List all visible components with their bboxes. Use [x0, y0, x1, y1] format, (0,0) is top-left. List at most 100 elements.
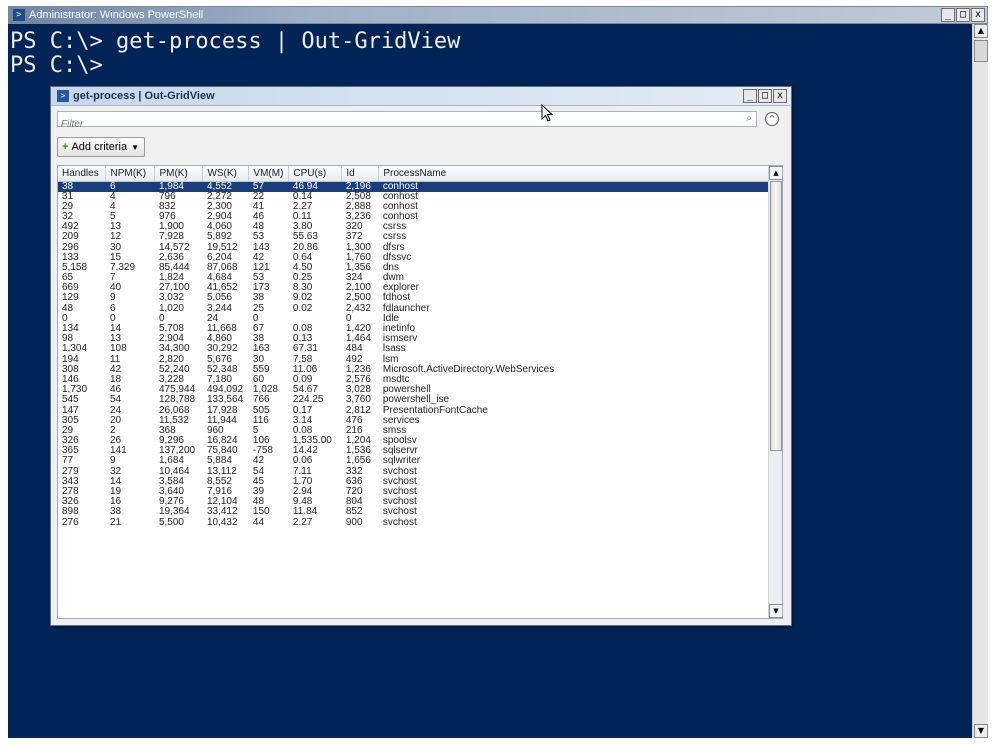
scroll-down-icon[interactable]: ▼	[769, 604, 782, 618]
table-cell: ismserv	[382, 333, 418, 345]
table-cell: Microsoft.ActiveDirectory.WebServices	[382, 363, 555, 375]
powershell-icon: >	[13, 9, 25, 21]
table-cell: svchost	[382, 475, 417, 487]
powershell-titlebar[interactable]: > Administrator: Windows PowerShell _ □ …	[8, 6, 988, 24]
table-cell: 46.94	[288, 181, 342, 192]
column-header[interactable]: VM(M)	[248, 166, 290, 182]
add-icon: +	[62, 141, 69, 153]
table-cell: conhost	[382, 200, 418, 212]
powershell-window-controls: _ □ x	[941, 8, 985, 22]
powershell-scrollbar[interactable]: ▲ ▼	[972, 24, 988, 738]
column-header[interactable]: CPU(s)	[288, 166, 343, 182]
table-cell: explorer	[382, 282, 419, 294]
scroll-down-icon[interactable]: ▼	[974, 724, 988, 738]
table-cell: dfssvc	[382, 251, 412, 263]
table-body: 38 6 1,984 4,552 57 46.94 2,196 conhost 31 4 796 2,…	[58, 181, 770, 528]
scroll-thumb[interactable]	[770, 181, 782, 451]
table-cell: dfsrs	[382, 241, 405, 253]
scroll-up-icon[interactable]: ▲	[974, 24, 988, 38]
column-header[interactable]: Handles	[58, 166, 107, 182]
close-icon[interactable]: x	[773, 89, 787, 103]
scroll-thumb[interactable]	[974, 40, 988, 62]
table-cell: 900	[345, 516, 363, 528]
powershell-title: Administrator: Windows PowerShell	[29, 9, 204, 21]
table-cell: 38	[58, 181, 106, 192]
table-cell: 7,928	[158, 231, 184, 243]
table-cell: lsass	[382, 343, 406, 355]
table-cell: 44	[252, 516, 265, 528]
table-cell: 1,984	[154, 181, 203, 192]
table-cell: 209	[62, 231, 79, 243]
gridview-title: get-process | Out-GridView	[73, 90, 215, 102]
gridview-window-controls: _ □ x	[743, 89, 787, 103]
table-cell: 3,760	[345, 394, 371, 406]
grid-scrollbar[interactable]: ▲ ▼	[768, 166, 782, 618]
table-cell: svchost	[382, 486, 417, 498]
search-icon[interactable]: ⌕	[746, 113, 752, 124]
table-cell: 128,788	[158, 394, 196, 406]
table-cell: dns	[382, 261, 399, 273]
table-header-row: Handles NPM(K) PM(K) WS(K) VM(M) CPU(s) Id Proc…	[58, 166, 770, 182]
table-cell: 484	[345, 343, 363, 355]
table-cell: conhost	[378, 181, 770, 192]
add-criteria-button[interactable]: + Add criteria ▼	[57, 137, 145, 157]
chevron-down-icon: ▼	[131, 143, 139, 152]
console-line-command: PS C:\> get-process | Out-GridView	[10, 29, 461, 54]
gridview-titlebar[interactable]: > get-process | Out-GridView _ □ x	[51, 87, 791, 106]
table-cell: sqlwriter	[382, 455, 421, 467]
table-cell: svchost	[382, 465, 417, 477]
table-cell: csrss	[382, 231, 407, 243]
maximize-icon[interactable]: □	[956, 8, 970, 22]
table-cell: 108	[109, 343, 127, 355]
table-cell: 34,300	[158, 343, 190, 355]
column-header[interactable]: ProcessName	[378, 166, 770, 182]
table-cell: 67.31	[292, 343, 318, 355]
table-cell: 33,412	[206, 506, 238, 518]
column-header[interactable]: PM(K)	[154, 166, 204, 182]
table-row[interactable]: 209 12 7,928 5,892 53 55.63 372 csrss	[58, 232, 770, 242]
filter-input[interactable]	[58, 117, 738, 132]
table-cell: 150	[252, 506, 270, 518]
console-line-prompt: PS C:\>	[10, 53, 103, 78]
table-cell: 276	[62, 516, 79, 528]
table-cell: 54	[109, 394, 122, 406]
table-cell: svchost	[382, 516, 417, 528]
table-cell: 372	[345, 231, 363, 243]
table-cell: 5,892	[206, 231, 232, 243]
table-row[interactable]: 545 54 128,788 133,564 766 224.25 3,760 powersh…	[58, 395, 770, 405]
close-icon[interactable]: x	[971, 8, 985, 22]
table-cell: 0.02	[292, 302, 313, 314]
table-cell: 224.25	[292, 394, 324, 406]
mouse-cursor-icon	[541, 104, 553, 122]
column-header[interactable]: WS(K)	[202, 166, 250, 182]
table-cell: 57	[248, 181, 289, 192]
table-cell: svchost	[382, 506, 417, 518]
maximize-icon[interactable]: □	[758, 89, 772, 103]
minimize-icon[interactable]: _	[743, 89, 757, 103]
table-cell: PresentationFontCache	[382, 404, 488, 416]
table-cell: 19,364	[158, 506, 190, 518]
table-cell: 163	[252, 343, 270, 355]
minimize-icon[interactable]: _	[941, 8, 955, 22]
powershell-icon: >	[57, 90, 69, 102]
table-cell: 11.84	[292, 506, 318, 518]
table-cell: 5,500	[158, 516, 184, 528]
column-header[interactable]: Id	[341, 166, 380, 182]
table-cell: 898	[62, 506, 79, 518]
table-row[interactable]: 38 6 1,984 4,552 57 46.94 2,196 conhost	[58, 181, 770, 192]
filter-box: ⌕	[57, 111, 757, 132]
table-row[interactable]: 898 38 19,364 33,412 150 11.84 852 svchost	[58, 507, 770, 517]
column-header[interactable]: NPM(K)	[105, 166, 156, 182]
table-cell: powershell_ise	[382, 394, 450, 406]
scroll-up-icon[interactable]: ▲	[769, 166, 782, 180]
process-grid: Handles NPM(K) PM(K) WS(K) VM(M) CPU(s) Id Proc…	[57, 165, 783, 619]
table-cell: 30,292	[206, 343, 238, 355]
table-cell: 2.27	[292, 516, 313, 528]
collapse-up-icon[interactable]: ^	[765, 112, 779, 126]
table-row[interactable]: 1,304 108 34,300 30,292 163 67.31 484 lsass	[58, 344, 770, 354]
add-criteria-label: Add criteria	[71, 141, 128, 153]
table-cell: msdtc	[382, 373, 410, 385]
table-row[interactable]: 276 21 5,500 10,432 44 2.27 900 svchost	[58, 516, 770, 528]
table-cell: inetinfo	[382, 323, 416, 335]
table-cell: 545	[62, 394, 79, 406]
